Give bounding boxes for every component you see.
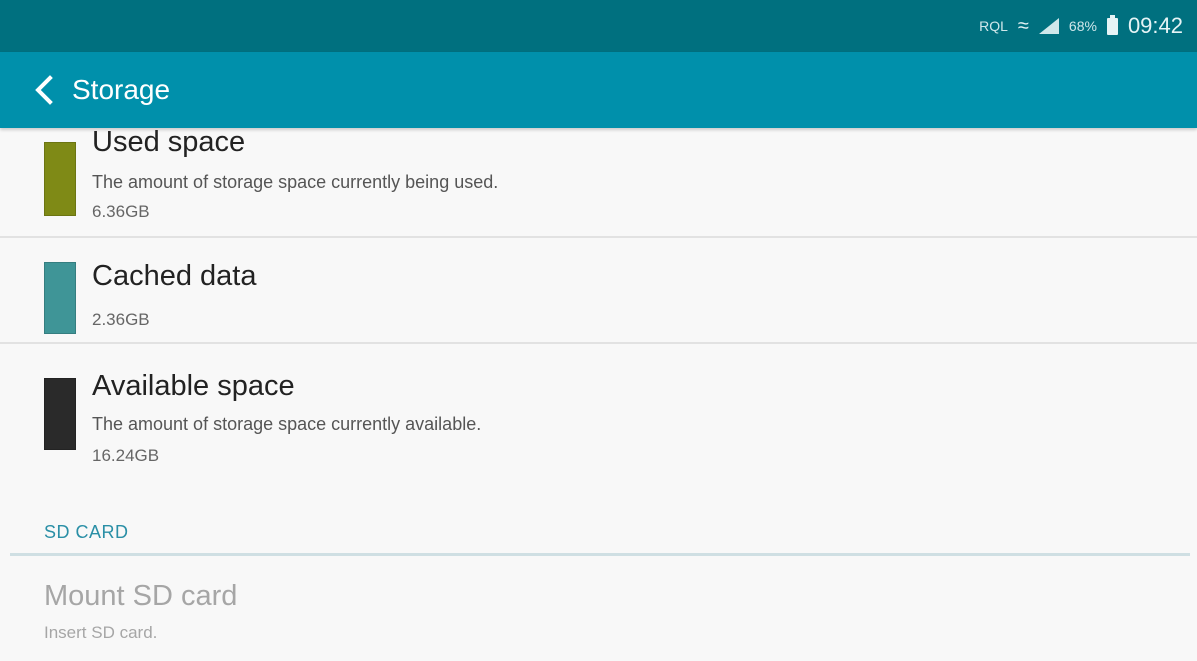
list-item-cached-data[interactable]: Cached data 2.36GB xyxy=(0,238,1197,342)
list-item-used-space[interactable]: Used space The amount of storage space c… xyxy=(0,126,1197,238)
available-space-value: 16.24GB xyxy=(92,446,160,465)
battery-icon xyxy=(1106,14,1118,35)
app-bar: Storage xyxy=(0,52,1197,128)
cached-data-value: 2.36GB xyxy=(92,310,150,329)
status-icons: RQL ≈ 68% 09:42 xyxy=(979,0,1183,52)
cached-data-swatch xyxy=(44,262,76,334)
notification-text: RQL xyxy=(979,18,1008,34)
cached-data-title: Cached data xyxy=(92,260,257,292)
list-item-available-space[interactable]: Available space The amount of storage sp… xyxy=(0,344,1197,484)
available-space-title: Available space xyxy=(92,370,295,402)
used-space-summary: The amount of storage space currently be… xyxy=(92,172,499,192)
available-space-summary: The amount of storage space currently av… xyxy=(92,414,482,434)
section-divider xyxy=(10,553,1190,556)
battery-percent: 68% xyxy=(1068,18,1097,34)
available-space-swatch xyxy=(44,378,76,450)
chevron-left-icon[interactable] xyxy=(30,74,58,106)
used-space-value: 6.36GB xyxy=(92,202,150,221)
used-space-swatch xyxy=(44,142,76,216)
status-bar: RQL ≈ 68% 09:42 xyxy=(0,0,1197,52)
clock: 09:42 xyxy=(1127,13,1183,38)
mount-sd-card-title: Mount SD card xyxy=(44,580,238,612)
used-space-title: Used space xyxy=(92,126,246,158)
signal-icon xyxy=(1038,18,1059,34)
wifi-icon: ≈ xyxy=(1017,15,1029,37)
page-title: Storage xyxy=(72,74,171,105)
section-header-sd-card: SD CARD xyxy=(44,522,129,542)
mount-sd-card-summary: Insert SD card. xyxy=(44,623,158,642)
